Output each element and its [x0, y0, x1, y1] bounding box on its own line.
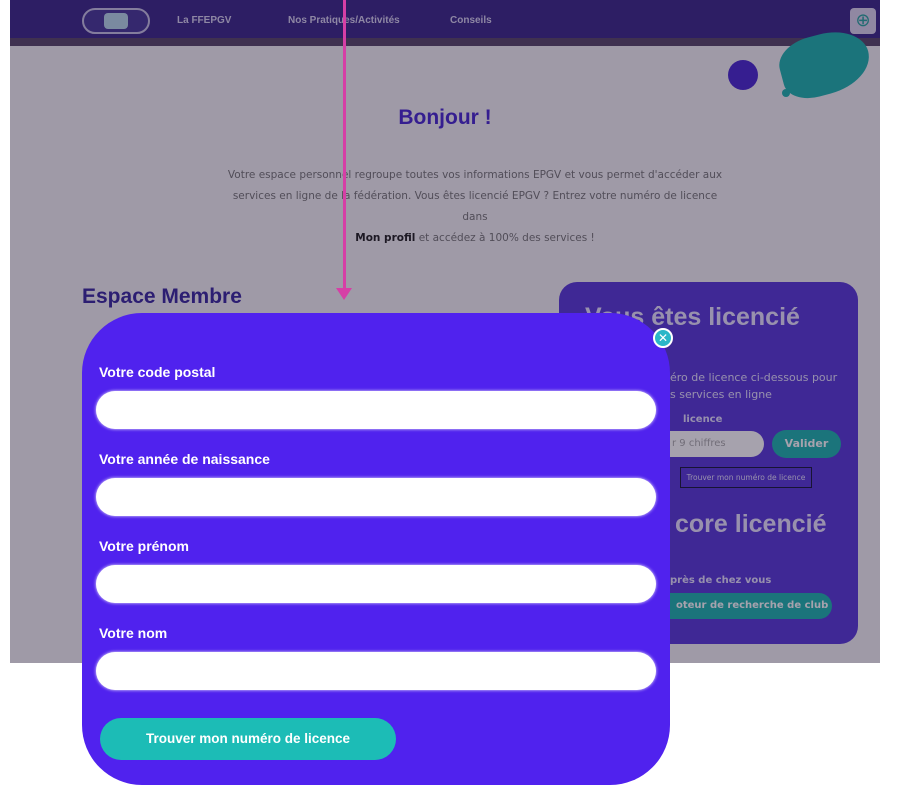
last-name-input[interactable]	[96, 652, 656, 690]
postal-code-input[interactable]	[96, 391, 656, 429]
birth-year-label: Votre année de naissance	[99, 451, 270, 467]
last-name-label: Votre nom	[99, 625, 168, 641]
find-licence-submit-button[interactable]: Trouver mon numéro de licence	[100, 718, 396, 760]
first-name-input[interactable]	[96, 565, 656, 603]
annotation-arrow-line	[343, 0, 346, 290]
first-name-label: Votre prénom	[99, 538, 189, 554]
annotation-arrow-head-icon	[336, 288, 352, 300]
birth-year-input[interactable]	[96, 478, 656, 516]
close-icon[interactable]: ✕	[653, 328, 673, 348]
postal-code-label: Votre code postal	[99, 364, 216, 380]
